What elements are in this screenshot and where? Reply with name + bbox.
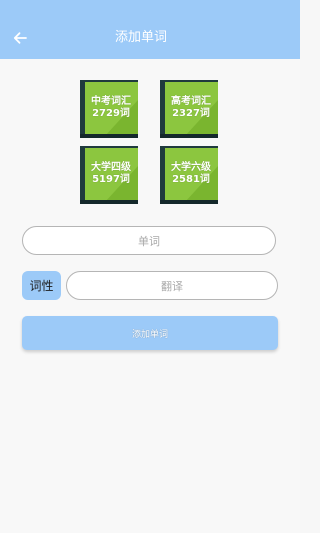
book-cet4[interactable]: 大学四级 5197词	[80, 146, 138, 204]
top-app-bar: 添加单词	[0, 0, 300, 59]
word-input-placeholder: 单词	[138, 234, 160, 248]
book-zhongkao[interactable]: 中考词汇 2729词	[80, 80, 138, 138]
book-label: 高考词汇 2327词	[166, 96, 216, 120]
book-name: 大学四级	[91, 162, 131, 173]
book-name: 高考词汇	[171, 96, 211, 107]
book-name: 大学六级	[171, 162, 211, 173]
app-root: 添加单词 中考词汇 2729词 高考词汇 2327词 大学四级 5197词 大学…	[0, 0, 300, 533]
book-count: 2581词	[172, 174, 210, 185]
word-input[interactable]: 单词	[22, 226, 276, 255]
translation-input-placeholder: 翻译	[161, 279, 183, 293]
book-label: 中考词汇 2729词	[86, 96, 136, 120]
book-gaokao[interactable]: 高考词汇 2327词	[160, 80, 218, 138]
part-of-speech-button[interactable]: 词性	[22, 271, 61, 300]
book-label: 大学四级 5197词	[86, 162, 136, 186]
book-cet6[interactable]: 大学六级 2581词	[160, 146, 218, 204]
page-title: 添加单词	[114, 30, 167, 45]
add-word-button[interactable]: 添加单词	[22, 316, 278, 350]
book-count: 2327词	[172, 108, 210, 119]
book-label: 大学六级 2581词	[166, 162, 216, 186]
book-name: 中考词汇	[91, 96, 131, 107]
translation-input[interactable]: 翻译	[66, 271, 278, 300]
book-count: 5197词	[92, 174, 130, 185]
book-count: 2729词	[92, 108, 130, 119]
